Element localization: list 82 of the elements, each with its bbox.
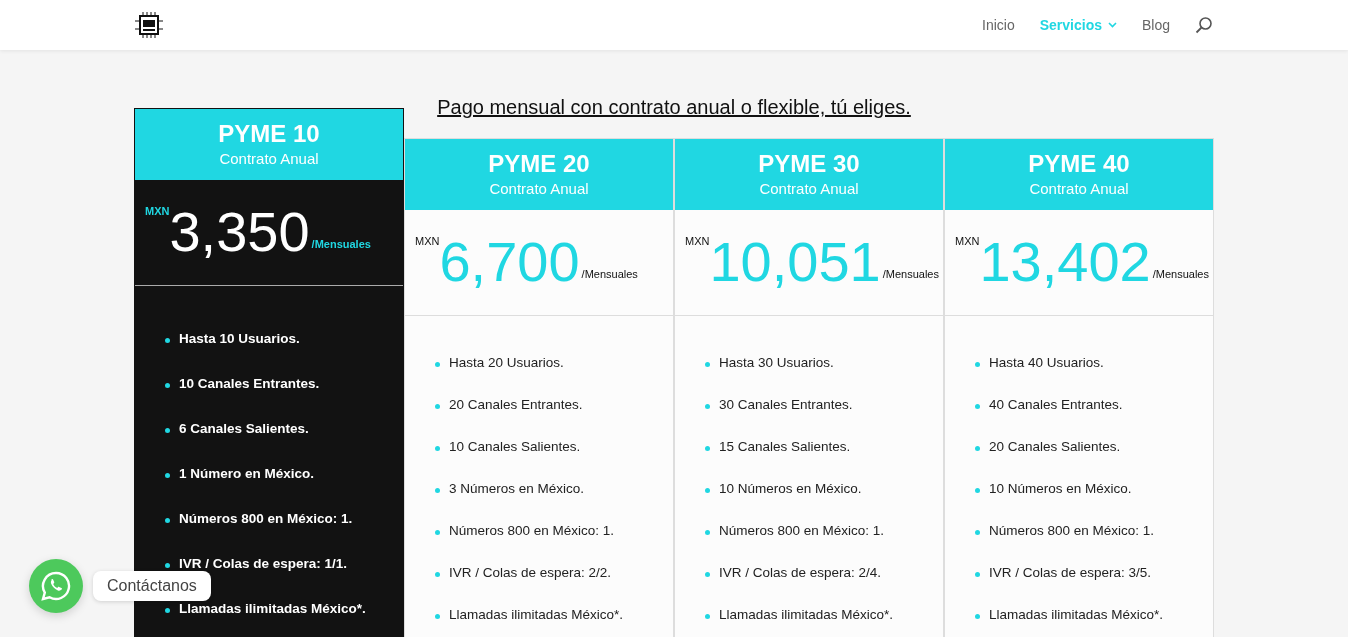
feature-text: 10 Canales Entrantes. [179, 376, 320, 391]
feature-text: Llamadas ilimitadas México*. [179, 601, 366, 616]
feature-text: Hasta 10 Usuarios. [179, 331, 300, 346]
bullet-icon [435, 571, 440, 577]
feature-text: 10 Números en México. [989, 480, 1132, 496]
plan-name: PYME 40 [1027, 149, 1131, 179]
feature-text: Números 800 en México: 1. [989, 522, 1155, 538]
price-period: /Mensuales [1152, 268, 1209, 280]
bullet-icon [165, 563, 170, 568]
plan-name: PYME 20 [487, 149, 591, 179]
nav-link[interactable]: Inicio [982, 17, 1015, 33]
feature-text: 6 Canales Salientes. [179, 421, 309, 436]
currency-label: MXN [415, 235, 440, 247]
feature-text: Hasta 30 Usuarios. [719, 354, 834, 370]
feature-text: 10 Números en México. [719, 480, 862, 496]
feature-text: 30 Canales Entrantes. [719, 396, 853, 412]
bullet-icon [975, 487, 980, 493]
bullet-icon [975, 571, 980, 577]
bullet-icon [975, 529, 980, 535]
nav-link[interactable]: Blog [1141, 17, 1170, 33]
plan-term: Contrato Anual [758, 179, 860, 199]
bullet-icon [705, 571, 710, 577]
bullet-icon [435, 487, 440, 493]
plan-term: Contrato Anual [1028, 179, 1130, 199]
price-amount: 13,402 [979, 232, 1151, 292]
bullet-icon [165, 383, 170, 388]
bullet-icon [165, 473, 170, 478]
feature-text: 20 Canales Salientes. [989, 438, 1121, 454]
bullet-icon [975, 403, 980, 409]
currency-label: MXN [685, 235, 710, 247]
bullet-icon [435, 613, 440, 619]
feature-text: Números 800 en México: 1. [449, 522, 615, 538]
feature-text: IVR / Colas de espera: 2/4. [719, 564, 882, 580]
feature-text: Hasta 40 Usuarios. [989, 354, 1104, 370]
bullet-icon [705, 613, 710, 619]
bullet-icon [705, 361, 710, 367]
feature-text: 20 Canales Entrantes. [449, 396, 583, 412]
feature-text: Números 800 en México: 1. [179, 511, 353, 526]
plan-term: Contrato Anual [218, 149, 320, 169]
bullet-icon [705, 529, 710, 535]
phone-bubble-icon [41, 571, 71, 601]
feature-text: 40 Canales Entrantes. [989, 396, 1123, 412]
bullet-icon [165, 518, 170, 523]
bullet-icon [435, 445, 440, 451]
bullet-icon [435, 361, 440, 367]
feature-text: Llamadas ilimitadas México*. [989, 606, 1164, 622]
search-icon[interactable] [1195, 16, 1213, 34]
feature-text: IVR / Colas de espera: 2/2. [449, 564, 612, 580]
feature-text: 3 Números en México. [449, 480, 585, 496]
bullet-icon [975, 613, 980, 619]
bullet-icon [165, 608, 170, 613]
bullet-icon [975, 445, 980, 451]
price-amount: 3,350 [169, 202, 310, 262]
plan-term: Contrato Anual [488, 179, 590, 199]
plan-name: PYME 30 [757, 149, 861, 179]
bullet-icon [435, 403, 440, 409]
feature-text: Llamadas ilimitadas México*. [719, 606, 894, 622]
plan-name: PYME 10 [217, 119, 321, 149]
price-amount: 10,051 [709, 232, 881, 292]
feature-text: 10 Canales Salientes. [449, 438, 581, 454]
feature-text: Números 800 en México: 1. [719, 522, 885, 538]
feature-text: IVR / Colas de espera: 1/1. [179, 556, 348, 571]
feature-text: Llamadas ilimitadas México*. [449, 606, 624, 622]
price-period: /Mensuales [581, 268, 638, 280]
bullet-icon [165, 428, 170, 433]
currency-label: MXN [955, 235, 980, 247]
bullet-icon [975, 361, 980, 367]
feature-text: IVR / Colas de espera: 3/5. [989, 564, 1152, 580]
pricing-heading: Pago mensual con contrato anual o flexible, tú eliges. [436, 95, 912, 119]
currency-label: MXN [145, 205, 170, 217]
feature-text: Hasta 20 Usuarios. [449, 354, 564, 370]
feature-text: 1 Número en México. [179, 466, 315, 481]
bullet-icon [435, 529, 440, 535]
price-period: /Mensuales [311, 238, 371, 250]
contact-tooltip[interactable]: Contáctanos [93, 571, 211, 601]
feature-text: 15 Canales Salientes. [719, 438, 851, 454]
price-period: /Mensuales [882, 268, 939, 280]
bullet-icon [705, 403, 710, 409]
price-amount: 6,700 [439, 232, 580, 292]
bullet-icon [705, 445, 710, 451]
bullet-icon [705, 487, 710, 493]
bullet-icon [165, 338, 170, 343]
